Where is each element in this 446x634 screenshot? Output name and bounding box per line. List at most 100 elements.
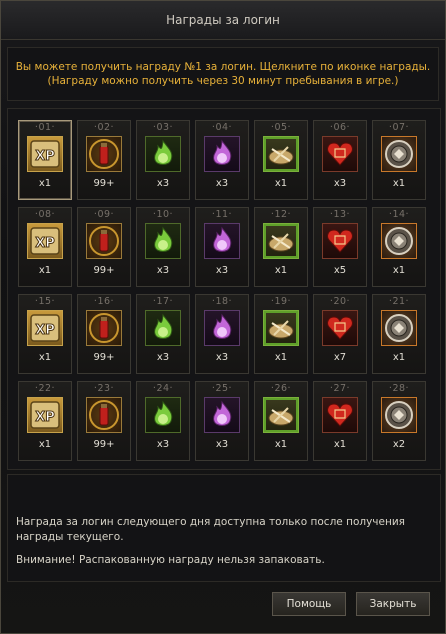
reward-cell-day-20[interactable]: ·20· x7 [313, 294, 367, 374]
reward-count: x1 [274, 352, 288, 363]
heart-box-icon[interactable] [322, 136, 358, 172]
reward-cell-day-19[interactable]: ·19· x1 [254, 294, 308, 374]
reward-count: x3 [215, 265, 229, 276]
reward-count: 99+ [93, 178, 115, 189]
potion-icon[interactable] [86, 397, 122, 433]
reward-day-number: ·06· [329, 122, 351, 133]
medal-icon[interactable] [381, 136, 417, 172]
login-rewards-window: Награды за логин Вы можете получить нагр… [0, 0, 446, 634]
reward-cell-day-02[interactable]: ·02· 99+ [77, 120, 131, 200]
purple-flame-icon[interactable] [204, 397, 240, 433]
reward-cell-day-23[interactable]: ·23· 99+ [77, 381, 131, 461]
svg-text:XP: XP [35, 410, 55, 425]
xp-scroll-icon[interactable]: XP [27, 136, 63, 172]
reward-cell-day-06[interactable]: ·06· x3 [313, 120, 367, 200]
reward-count: 99+ [93, 352, 115, 363]
reward-day-number: ·23· [93, 383, 115, 394]
reward-day-number: ·09· [93, 209, 115, 220]
medal-icon[interactable] [381, 310, 417, 346]
potion-icon[interactable] [86, 310, 122, 346]
reward-day-number: ·14· [388, 209, 410, 220]
reward-count: 99+ [93, 265, 115, 276]
reward-cell-day-16[interactable]: ·16· 99+ [77, 294, 131, 374]
reward-cell-day-08[interactable]: ·08· XP x1 [18, 207, 72, 287]
reward-count: x1 [38, 178, 52, 189]
reward-count: x3 [156, 265, 170, 276]
close-button[interactable]: Закрыть [356, 592, 430, 616]
reward-day-number: ·12· [270, 209, 292, 220]
reward-cell-day-04[interactable]: ·04· x3 [195, 120, 249, 200]
scroll-bundle-icon[interactable] [263, 310, 299, 346]
reward-count: x1 [333, 439, 347, 450]
reward-count: x1 [274, 178, 288, 189]
reward-cell-day-26[interactable]: ·26· x1 [254, 381, 308, 461]
reward-day-number: ·13· [329, 209, 351, 220]
green-flame-icon[interactable] [145, 223, 181, 259]
reward-day-number: ·10· [152, 209, 174, 220]
reward-cell-day-28[interactable]: ·28· x2 [372, 381, 426, 461]
reward-count: x1 [392, 178, 406, 189]
reward-day-number: ·25· [211, 383, 233, 394]
info-next-day-text: Награда за логин следующего дня доступна… [16, 516, 405, 543]
potion-icon[interactable] [86, 136, 122, 172]
reward-count: x3 [333, 178, 347, 189]
green-flame-icon[interactable] [145, 136, 181, 172]
reward-cell-day-25[interactable]: ·25· x3 [195, 381, 249, 461]
green-flame-icon[interactable] [145, 310, 181, 346]
reward-cell-day-12[interactable]: ·12· x1 [254, 207, 308, 287]
rewards-grid: ·01· XP x1·02· 99+ ·03· x3·04· x3·05· x1·06· x3 ·… [7, 108, 441, 470]
medal-icon[interactable] [381, 223, 417, 259]
xp-scroll-icon[interactable]: XP [27, 223, 63, 259]
reward-day-number: ·11· [211, 209, 233, 220]
reward-cell-day-11[interactable]: ·11· x3 [195, 207, 249, 287]
reward-cell-day-17[interactable]: ·17· x3 [136, 294, 190, 374]
reward-cell-day-24[interactable]: ·24· x3 [136, 381, 190, 461]
medal-icon[interactable] [381, 397, 417, 433]
reward-count: x3 [215, 178, 229, 189]
reward-cell-day-10[interactable]: ·10· x3 [136, 207, 190, 287]
reward-day-number: ·05· [270, 122, 292, 133]
reward-cell-day-01[interactable]: ·01· XP x1 [18, 120, 72, 200]
reward-count: x3 [215, 352, 229, 363]
reward-cell-day-03[interactable]: ·03· x3 [136, 120, 190, 200]
reward-cell-day-15[interactable]: ·15· XP x1 [18, 294, 72, 374]
reward-day-number: ·07· [388, 122, 410, 133]
reward-cell-day-05[interactable]: ·05· x1 [254, 120, 308, 200]
help-button[interactable]: Помощь [272, 592, 346, 616]
potion-icon[interactable] [86, 223, 122, 259]
window-title: Награды за логин [1, 1, 445, 40]
reward-count: x1 [38, 265, 52, 276]
xp-scroll-icon[interactable]: XP [27, 310, 63, 346]
svg-text:XP: XP [35, 149, 55, 164]
reward-cell-day-07[interactable]: ·07· x1 [372, 120, 426, 200]
heart-box-icon[interactable] [322, 397, 358, 433]
reward-day-number: ·20· [329, 296, 351, 307]
reward-cell-day-14[interactable]: ·14· x1 [372, 207, 426, 287]
reward-day-number: ·02· [93, 122, 115, 133]
green-flame-icon[interactable] [145, 397, 181, 433]
purple-flame-icon[interactable] [204, 223, 240, 259]
reward-count: x1 [274, 439, 288, 450]
notice-line-1: Вы можете получить награду №1 за логин. … [15, 61, 431, 73]
scroll-bundle-icon[interactable] [263, 397, 299, 433]
purple-flame-icon[interactable] [204, 136, 240, 172]
notice-line-2: (Награду можно получить через 30 минут п… [47, 75, 399, 87]
reward-cell-day-13[interactable]: ·13· x5 [313, 207, 367, 287]
reward-count: x3 [215, 439, 229, 450]
xp-scroll-icon[interactable]: XP [27, 397, 63, 433]
reward-count: x3 [156, 352, 170, 363]
heart-box-icon[interactable] [322, 310, 358, 346]
purple-flame-icon[interactable] [204, 310, 240, 346]
reward-cell-day-21[interactable]: ·21· x1 [372, 294, 426, 374]
scroll-bundle-icon[interactable] [263, 136, 299, 172]
reward-day-number: ·24· [152, 383, 174, 394]
reward-cell-day-27[interactable]: ·27· x1 [313, 381, 367, 461]
reward-cell-day-09[interactable]: ·09· 99+ [77, 207, 131, 287]
reward-count: x3 [156, 439, 170, 450]
info-panel: Награда за логин следующего дня доступна… [7, 474, 441, 582]
reward-day-number: ·21· [388, 296, 410, 307]
reward-cell-day-22[interactable]: ·22· XP x1 [18, 381, 72, 461]
reward-cell-day-18[interactable]: ·18· x3 [195, 294, 249, 374]
heart-box-icon[interactable] [322, 223, 358, 259]
scroll-bundle-icon[interactable] [263, 223, 299, 259]
